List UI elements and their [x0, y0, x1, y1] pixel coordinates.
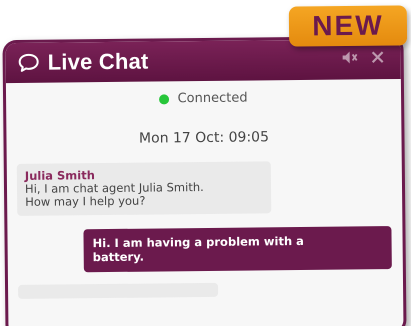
- connection-status: Connected: [6, 89, 401, 108]
- message-line: How may I help you?: [25, 193, 146, 209]
- new-badge-label: NEW: [312, 9, 384, 42]
- header-controls: [341, 48, 387, 66]
- partial-agent-message: [18, 282, 219, 299]
- chat-title: Live Chat: [47, 48, 149, 75]
- stage: Live Chat Connected Mon 17 Oct: 09:05 Ju…: [0, 0, 411, 326]
- status-dot-icon: [159, 93, 170, 104]
- new-badge: NEW: [288, 5, 408, 47]
- mute-icon[interactable]: [341, 48, 359, 66]
- live-chat-window: Live Chat Connected Mon 17 Oct: 09:05 Ju…: [2, 35, 407, 326]
- user-message: Hi. I am having a problem with a battery…: [83, 226, 392, 273]
- speech-bubble-icon: [18, 52, 40, 74]
- message-timestamp: Mon 17 Oct: 09:05: [138, 129, 270, 147]
- status-text: Connected: [177, 90, 248, 107]
- message-line: battery.: [92, 249, 145, 265]
- agent-message: Julia Smith Hi, I am chat agent Julia Sm…: [16, 161, 272, 216]
- close-icon[interactable]: [369, 48, 387, 66]
